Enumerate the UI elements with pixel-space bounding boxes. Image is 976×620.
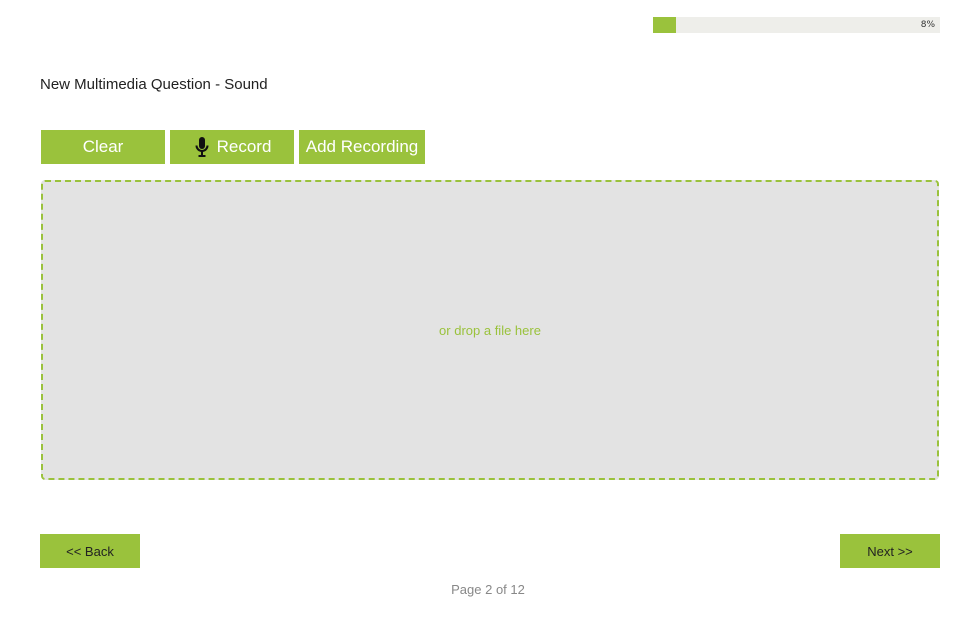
clear-button-label: Clear	[82, 137, 124, 156]
add-recording-button-label: Add Recording	[305, 137, 419, 156]
add-recording-button[interactable]: Add Recording	[299, 130, 425, 164]
record-button-label: Record	[216, 137, 272, 156]
file-drop-zone[interactable]: or drop a file here	[41, 180, 939, 480]
progress-percent-label: 8%	[920, 20, 935, 30]
back-button-label: << Back	[66, 543, 114, 559]
page-indicator: Page 2 of 12	[451, 582, 525, 597]
next-button[interactable]: Next >>	[840, 534, 940, 568]
back-button[interactable]: << Back	[40, 534, 140, 568]
progress-bar-fill	[653, 17, 676, 33]
survey-page: 8% New Multimedia Question - Sound Clear…	[0, 0, 976, 620]
question-title: New Multimedia Question - Sound	[40, 76, 268, 93]
drop-zone-text: or drop a file here	[439, 322, 541, 338]
next-button-label: Next >>	[867, 543, 913, 559]
clear-button[interactable]: Clear	[41, 130, 165, 164]
record-button[interactable]: Record	[170, 130, 294, 164]
microphone-icon	[193, 136, 211, 158]
progress-bar: 8%	[653, 17, 940, 33]
